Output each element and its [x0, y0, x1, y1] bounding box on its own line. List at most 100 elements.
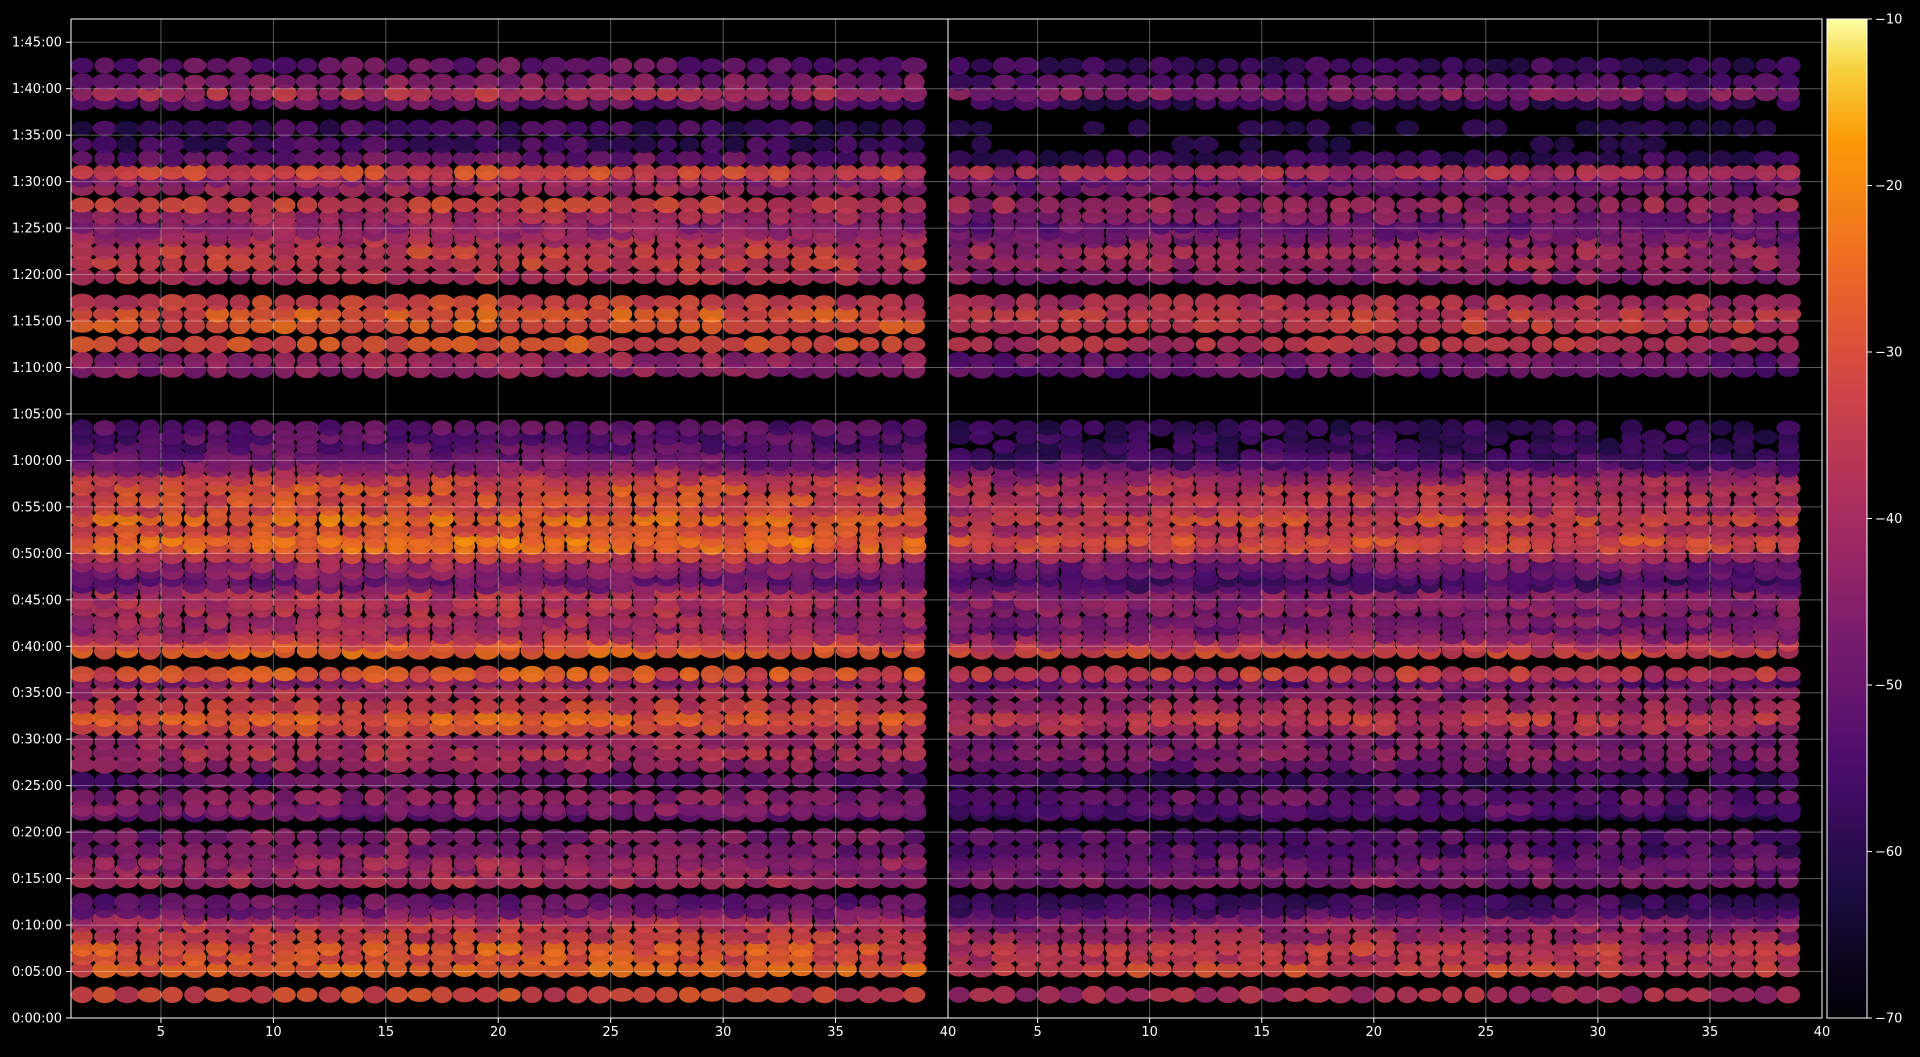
- spectrogram-cell: [521, 986, 543, 1004]
- spectrogram-cell: [1013, 773, 1039, 789]
- spectrogram-cell: [1485, 666, 1510, 683]
- spectrogram-cell: [633, 665, 656, 684]
- spectrogram-cell: [206, 420, 228, 436]
- spectrogram-cell: [1440, 772, 1464, 790]
- spectrogram-cell: [1082, 843, 1105, 858]
- spectrogram-cell: [114, 986, 140, 1004]
- spectrogram-cell: [812, 269, 837, 284]
- spectrogram-cell: [610, 121, 634, 136]
- spectrogram-cell: [654, 420, 680, 436]
- spectrogram-cell: [453, 353, 476, 368]
- spectrogram-cell: [520, 894, 544, 909]
- spectrogram-cell: [656, 772, 678, 790]
- spectrogram-cell: [1148, 419, 1174, 437]
- spectrogram-cell: [654, 733, 680, 750]
- spectrogram-cell: [677, 842, 702, 860]
- spectrogram-cell: [71, 772, 95, 790]
- spectrogram-cell: [859, 337, 880, 352]
- spectrogram-cell: [813, 57, 835, 74]
- spectrogram-cell: [1260, 987, 1286, 1003]
- spectrogram-cell: [1350, 773, 1375, 789]
- spectrogram-cell: [1150, 734, 1171, 749]
- spectrogram-cell: [586, 137, 613, 152]
- spectrogram-cell: [1305, 893, 1331, 910]
- spectrogram-cell: [880, 733, 903, 750]
- spectrogram-cell: [902, 352, 927, 369]
- spectrogram-cell: [903, 119, 926, 137]
- spectrogram-cell: [139, 419, 160, 437]
- spectrogram-cell: [1754, 772, 1778, 790]
- spectrogram-cell: [902, 150, 927, 166]
- spectrogram-cell: [92, 135, 118, 154]
- spectrogram-cell: [1686, 987, 1711, 1003]
- spectrogram-cell: [541, 119, 568, 137]
- spectrogram-cell: [1507, 420, 1532, 436]
- spectrogram-cell: [72, 137, 93, 152]
- spectrogram-cell: [319, 666, 341, 682]
- spectrogram-cell: [499, 335, 520, 353]
- spectrogram-cell: [948, 733, 971, 750]
- spectrogram-cell: [138, 120, 162, 136]
- spectrogram-cell: [901, 418, 927, 437]
- spectrogram-cell: [206, 294, 229, 311]
- spectrogram-cell: [879, 987, 905, 1003]
- spectrogram-cell: [744, 987, 770, 1003]
- spectrogram-cell: [407, 987, 432, 1002]
- spectrogram-cell: [542, 164, 567, 181]
- spectrogram-cell: [453, 828, 476, 846]
- spectrogram-cell: [498, 789, 521, 805]
- spectrogram-cell: [1261, 843, 1285, 858]
- spectrogram-cell: [948, 828, 970, 845]
- spectrogram-cell: [294, 789, 320, 805]
- spectrogram-cell: [1777, 893, 1800, 911]
- spectrogram-cell: [632, 734, 657, 749]
- spectrogram-cell: [361, 843, 388, 859]
- spectrogram-cell: [452, 57, 477, 74]
- spectrogram-cell: [475, 352, 499, 369]
- spectrogram-cell: [430, 352, 454, 369]
- spectrogram-cell: [745, 268, 769, 286]
- spectrogram-cell: [656, 986, 678, 1003]
- spectrogram-cell: [676, 789, 703, 805]
- spectrogram-cell: [1128, 773, 1149, 789]
- spectrogram-cell: [1327, 699, 1353, 715]
- spectrogram-cell: [227, 336, 253, 353]
- spectrogram-cell: [858, 137, 881, 152]
- spectrogram-cell: [385, 293, 409, 312]
- spectrogram-cell: [610, 772, 634, 790]
- spectrogram-cell: [407, 788, 432, 806]
- spectrogram-cell: [1216, 418, 1240, 437]
- spectrogram-cell: [744, 119, 770, 137]
- spectrogram-cell: [342, 894, 363, 910]
- spectrogram-cell: [474, 842, 500, 859]
- spectrogram-cell: [1261, 788, 1285, 806]
- spectrogram-cell: [183, 335, 207, 353]
- spectrogram-cell: [114, 419, 140, 437]
- spectrogram-cell: [746, 136, 768, 153]
- spectrogram-cell: [1304, 986, 1331, 1003]
- spectrogram-cell: [160, 336, 184, 352]
- spectrogram-cell: [161, 120, 184, 137]
- spectrogram-cell: [564, 57, 590, 74]
- spectrogram-cell: [1776, 986, 1801, 1004]
- spectrogram-cell: [1126, 841, 1151, 860]
- spectrogram-cell: [296, 336, 318, 353]
- spectrogram-cell: [138, 293, 162, 311]
- spectrogram-cell: [71, 892, 93, 911]
- spectrogram-cell: [474, 665, 500, 683]
- spectrogram-cell: [1329, 419, 1351, 437]
- spectrogram-cell: [632, 893, 657, 911]
- spectrogram-cell: [429, 135, 455, 154]
- spectrogram-cell: [294, 842, 320, 860]
- spectrogram-cell: [1149, 772, 1173, 790]
- spectrogram-cell: [723, 293, 746, 311]
- spectrogram-cell: [766, 119, 793, 137]
- spectrogram-cell: [678, 120, 701, 137]
- spectrogram-cell: [723, 73, 746, 91]
- spectrogram-cell: [1193, 893, 1219, 911]
- spectrogram-cell: [611, 842, 633, 860]
- spectrogram-cell: [655, 893, 679, 910]
- spectrogram-cell: [1509, 666, 1530, 683]
- spectrogram-cell: [631, 353, 658, 368]
- spectrogram-cell: [229, 294, 250, 311]
